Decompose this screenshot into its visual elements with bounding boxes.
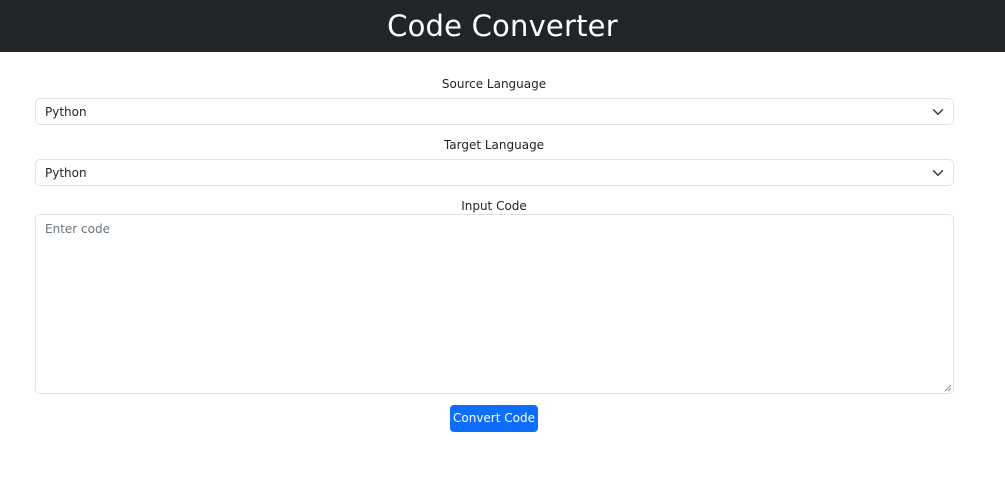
target-language-value: Python — [45, 166, 87, 180]
source-language-select[interactable]: Python — [35, 98, 954, 125]
convert-code-button[interactable]: Convert Code — [450, 405, 538, 432]
resize-grip-icon[interactable] — [944, 384, 952, 392]
app-header: Code Converter — [0, 0, 1005, 52]
input-code-label: Input Code — [461, 199, 527, 213]
source-language-label: Source Language — [441, 77, 547, 91]
page-title: Code Converter — [387, 9, 618, 43]
target-language-label: Target Language — [443, 138, 545, 152]
input-code-textarea[interactable]: Enter code — [35, 214, 954, 394]
converter-form: Source Language Python Target Language P… — [0, 52, 1005, 487]
source-language-value: Python — [45, 105, 87, 119]
chevron-down-icon — [932, 109, 944, 115]
target-language-select[interactable]: Python — [35, 159, 954, 186]
input-code-placeholder: Enter code — [45, 222, 110, 236]
chevron-down-icon — [932, 170, 944, 176]
